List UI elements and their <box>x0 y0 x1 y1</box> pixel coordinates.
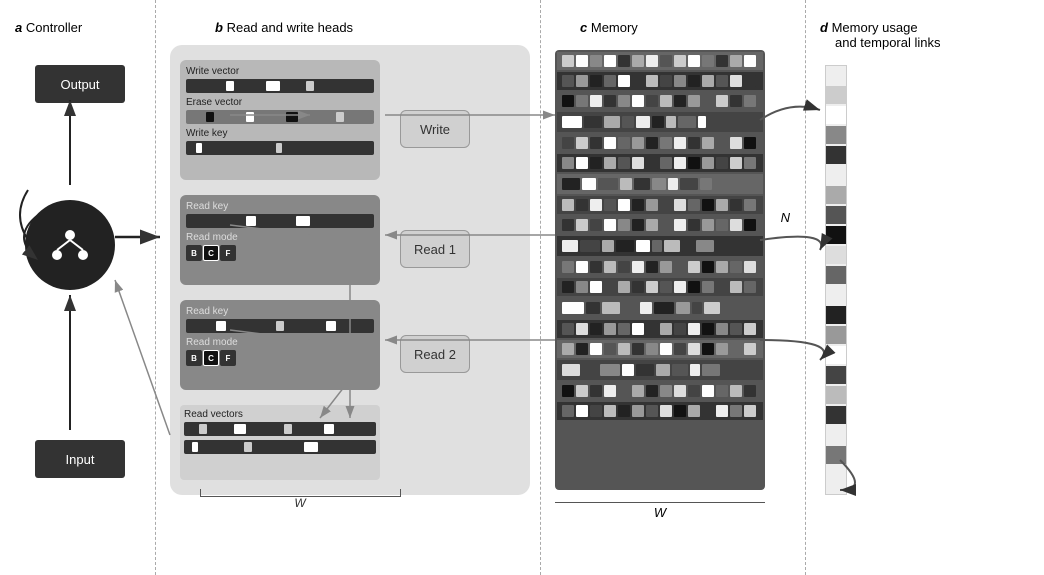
badge-b2: B <box>186 350 202 366</box>
mem-row-9 <box>557 236 763 256</box>
memory-area: c Memory <box>545 10 795 565</box>
section-c-label: c Memory <box>580 20 638 35</box>
badge-c2: C <box>203 350 219 366</box>
controller-circle <box>25 200 115 290</box>
section-b-label: b Read and write heads <box>215 20 353 35</box>
read1-mode-badges: B C F <box>186 245 374 261</box>
w-label-rw: W <box>200 496 400 510</box>
read2-panel: Read key Read mode B C F <box>180 300 380 390</box>
read2-mode-label: Read mode <box>186 337 374 348</box>
mem-row-6 <box>557 174 763 194</box>
section-a-label: a Controller <box>15 20 82 35</box>
mem-row-5 <box>557 154 763 172</box>
write-key-label: Write key <box>186 128 374 139</box>
self-loop-svg <box>10 185 35 245</box>
read2-key-row <box>186 319 374 333</box>
memory-grid <box>555 50 765 490</box>
badge-f2: F <box>220 350 236 366</box>
write-panel: Write vector Erase vector Write key <box>180 60 380 180</box>
memusage-strip <box>825 65 847 495</box>
mem-row-4 <box>557 134 763 152</box>
read1-key-row <box>186 214 374 228</box>
read-vec-row1 <box>184 422 376 436</box>
read2-key-label: Read key <box>186 306 374 317</box>
write-op-box: Write <box>400 110 470 148</box>
input-box: Input <box>35 440 125 478</box>
output-box: Output <box>35 65 125 103</box>
diagram-container: a Controller Output Input <box>0 0 1044 575</box>
mem-row-0 <box>557 52 763 70</box>
badge-f: F <box>220 245 236 261</box>
divider-2 <box>540 0 541 575</box>
read1-panel: Read key Read mode B C F <box>180 195 380 285</box>
read1-key-label: Read key <box>186 201 374 212</box>
mem-row-14 <box>557 340 763 358</box>
badge-b: B <box>186 245 202 261</box>
memory-n-label: N <box>781 210 790 225</box>
mem-row-15 <box>557 360 763 380</box>
mem-row-3 <box>557 112 763 132</box>
read2-mode-badges: B C F <box>186 350 374 366</box>
read1-op-box: Read 1 <box>400 230 470 268</box>
divider-3 <box>805 0 806 575</box>
network-icon <box>45 220 95 270</box>
read2-op-box: Read 2 <box>400 335 470 373</box>
mem-row-8 <box>557 216 763 234</box>
mem-row-10 <box>557 258 763 276</box>
read-vectors-label: Read vectors <box>184 409 376 420</box>
mem-row-7 <box>557 196 763 214</box>
write-vector-row <box>186 79 374 93</box>
mem-row-16 <box>557 382 763 400</box>
write-vector-label: Write vector <box>186 66 374 77</box>
mem-row-17 <box>557 402 763 420</box>
erase-vector-row <box>186 110 374 124</box>
read-vec-row2 <box>184 440 376 454</box>
memory-w-label: W <box>555 502 765 520</box>
mem-row-11 <box>557 278 763 296</box>
read1-mode-label: Read mode <box>186 232 374 243</box>
memusage-area: d Memory usage and temporal links <box>810 10 1030 565</box>
erase-vector-label: Erase vector <box>186 97 374 108</box>
mem-row-13 <box>557 320 763 338</box>
mem-row-1 <box>557 72 763 90</box>
brace-right <box>400 489 401 497</box>
section-d-label: d Memory usage and temporal links <box>820 20 941 50</box>
rw-heads-area: b Read and write heads Write vector Eras… <box>160 10 540 565</box>
badge-c: C <box>203 245 219 261</box>
controller-area: a Controller Output Input <box>10 10 160 565</box>
mem-row-12 <box>557 298 763 318</box>
mem-row-2 <box>557 92 763 110</box>
write-key-row <box>186 141 374 155</box>
read-vectors-panel: Read vectors <box>180 405 380 480</box>
